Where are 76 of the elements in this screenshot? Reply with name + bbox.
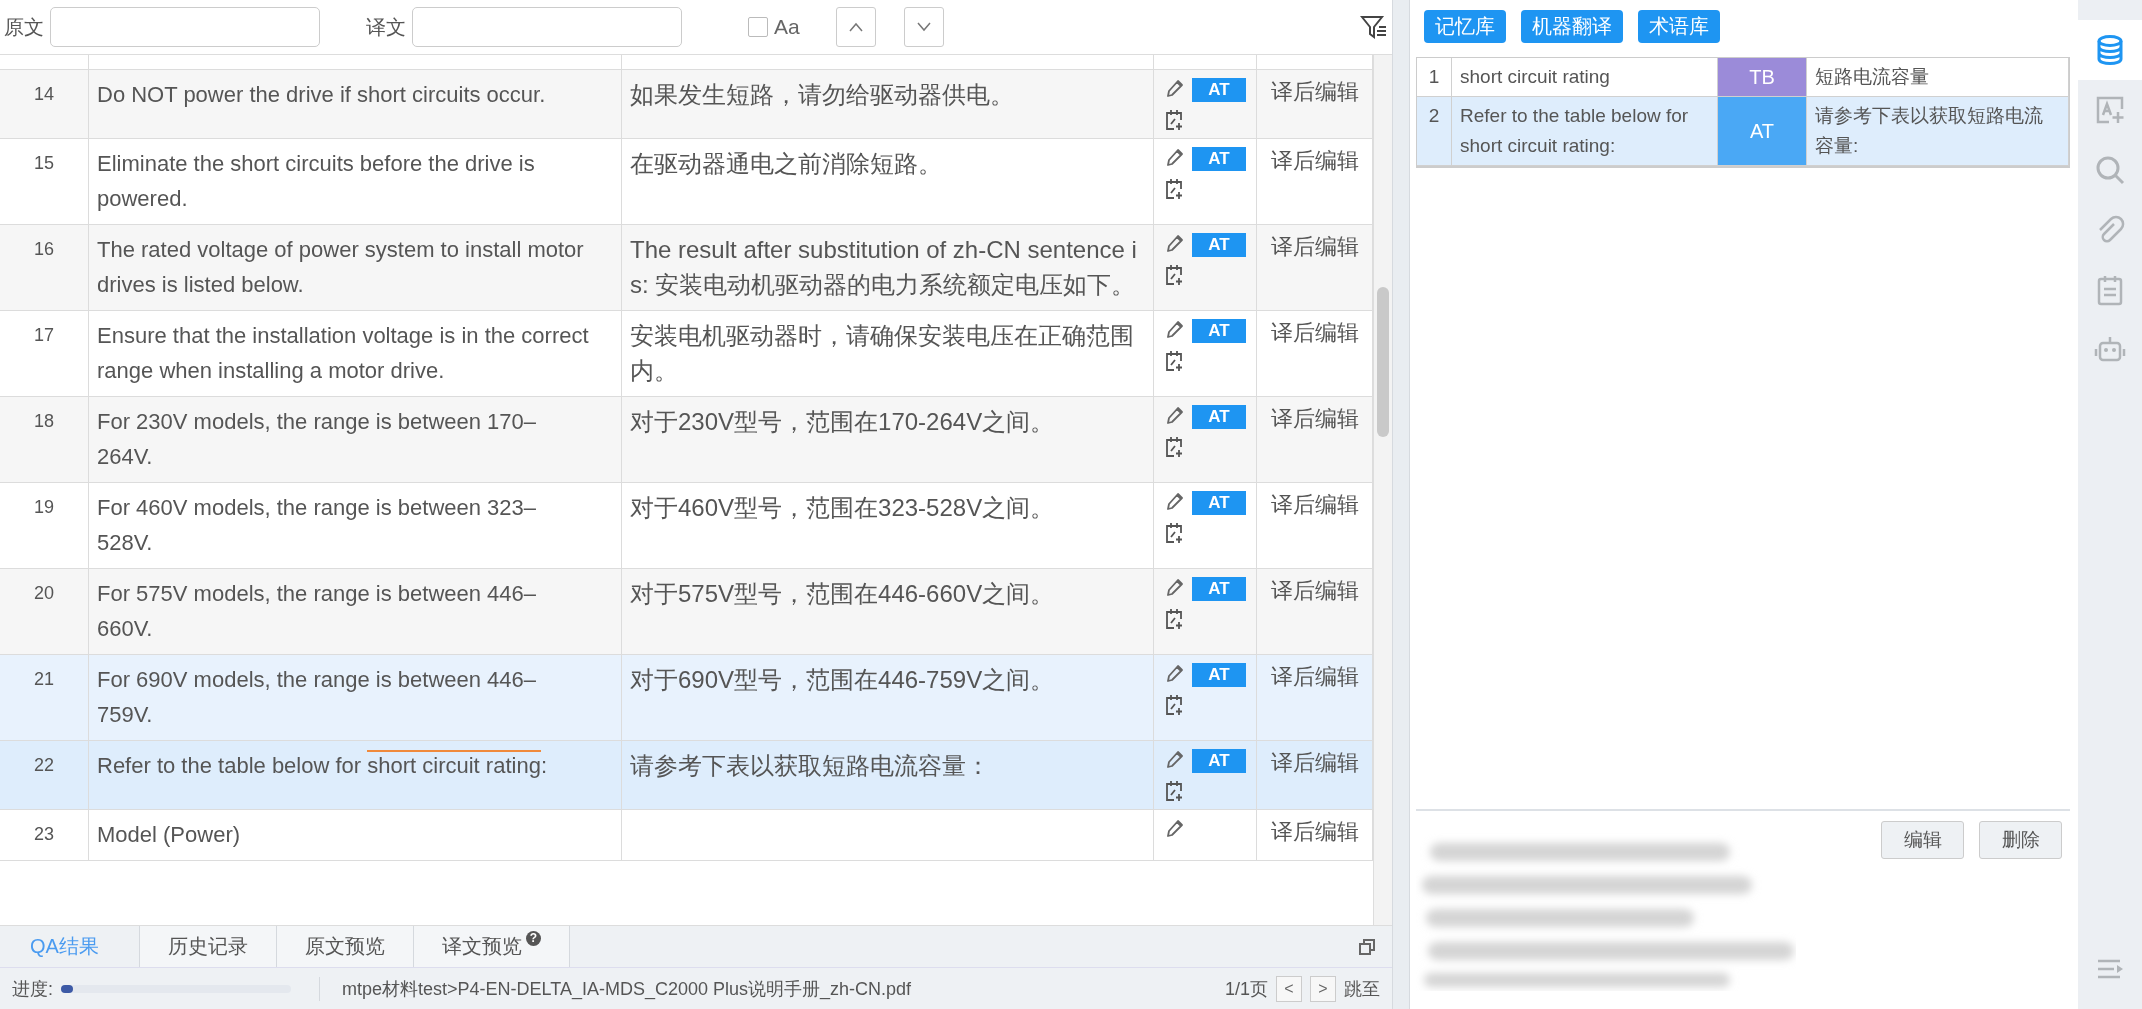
previous-page-button[interactable]: < xyxy=(1276,975,1302,1002)
clipboard-icon[interactable] xyxy=(2097,274,2123,306)
field-label: 译文 xyxy=(366,14,406,40)
match-badge: AT xyxy=(1192,319,1246,343)
pencil-icon[interactable] xyxy=(1164,577,1184,599)
pencil-icon[interactable] xyxy=(1164,491,1184,513)
match-badge: AT xyxy=(1192,749,1246,773)
segment-number: 22 xyxy=(0,741,89,810)
chevron-up-icon xyxy=(847,22,864,32)
match-case-checkbox[interactable] xyxy=(748,17,768,37)
progress-label: 进度: xyxy=(12,977,53,1001)
match-index: 2 xyxy=(1417,97,1452,166)
pencil-icon[interactable] xyxy=(1164,233,1184,255)
target-text[interactable]: 对于690V型号，范围在446-759V之间。 xyxy=(622,655,1154,741)
filter-icon[interactable] xyxy=(1360,14,1388,40)
match-badge: AT xyxy=(1192,78,1246,102)
panel-tab[interactable]: 原文预览 xyxy=(276,926,414,967)
source-text: The rated voltage of power system to install motor drives is listed below. xyxy=(89,225,622,311)
segment-number: 18 xyxy=(0,397,89,483)
segment-number: 20 xyxy=(0,569,89,655)
file-path: mtpe材料test>P4-EN-DELTA_IA-MDS_C2000 Plus说明手册_zh-CN.pdf xyxy=(319,976,912,1001)
segment-number: 16 xyxy=(0,225,89,311)
target-text[interactable]: 对于230V型号，范围在170-264V之间。 xyxy=(622,397,1154,483)
target-text[interactable]: 请参考下表以获取短路电流容量： xyxy=(622,741,1154,810)
segment-status: 译后编辑 xyxy=(1257,225,1373,311)
source-text: Refer to the table below for short circuit rating: xyxy=(89,741,622,810)
pencil-icon[interactable] xyxy=(1164,818,1184,840)
target-text[interactable]: 如果发生短路，请勿给驱动器供电。 xyxy=(622,70,1154,139)
help-badge[interactable]: ? xyxy=(525,931,541,946)
target-search-field[interactable] xyxy=(412,7,682,47)
pencil-icon[interactable] xyxy=(1164,663,1184,685)
match-badge: AT xyxy=(1192,147,1246,171)
match-case-label: Aa xyxy=(774,15,800,39)
source-search-field[interactable] xyxy=(50,7,320,47)
next-page-button[interactable]: > xyxy=(1310,975,1336,1002)
match-source: Refer to the table below for short circuit rating: xyxy=(1452,97,1718,166)
pencil-icon[interactable] xyxy=(1164,78,1184,100)
segment-status: 译后编辑 xyxy=(1257,655,1373,741)
segment-status: 译后编辑 xyxy=(1257,569,1373,655)
target-text[interactable]: The result after substitution of zh-CN sentence is: 安装电动机驱动器的电力系统额定电压如下。 xyxy=(622,225,1154,311)
pencil-icon[interactable] xyxy=(1164,405,1184,427)
jump-to-label: 跳至 xyxy=(1344,977,1380,1001)
match-badge: AT xyxy=(1192,577,1246,601)
pencil-icon[interactable] xyxy=(1164,749,1184,771)
segment-status: 译后编辑 xyxy=(1257,397,1373,483)
segment-number: 14 xyxy=(0,70,89,139)
database-icon[interactable] xyxy=(2097,35,2123,65)
source-text: For 230V models, the range is between 170–264V. xyxy=(89,397,622,483)
source-text: For 690V models, the range is between 446–759V. xyxy=(89,655,622,741)
scrollbar-thumb[interactable] xyxy=(1377,287,1389,437)
source-text: Do NOT power the drive if short circuits occur. xyxy=(89,70,622,139)
segment-status: 译后编辑 xyxy=(1257,741,1373,810)
panel-tab[interactable]: 译文预览 ? xyxy=(413,926,570,967)
source-text: For 575V models, the range is between 446–660V. xyxy=(89,569,622,655)
match-target[interactable]: 请参考下表以获取短路电流容量: xyxy=(1807,97,2069,166)
panel-tab[interactable]: 历史记录 xyxy=(139,926,277,967)
match-action-button[interactable]: 编辑 xyxy=(1881,821,1964,859)
match-badge: AT xyxy=(1718,97,1807,166)
chevron-down-icon xyxy=(915,22,932,32)
match-badge: AT xyxy=(1192,405,1246,429)
field-label: 原文 xyxy=(4,14,44,40)
paperclip-icon[interactable] xyxy=(2099,215,2125,243)
source-text: Model (Power) xyxy=(89,810,622,861)
segment-number: 23 xyxy=(0,810,89,861)
page-count: 1/1页 xyxy=(1224,977,1268,1001)
match-badge: AT xyxy=(1192,663,1246,687)
target-text[interactable]: 对于575V型号，范围在446-660V之间。 xyxy=(622,569,1154,655)
match-badge: AT xyxy=(1192,233,1246,257)
match-badge: AT xyxy=(1192,491,1246,515)
restore-window-icon[interactable] xyxy=(1358,937,1376,956)
pencil-icon[interactable] xyxy=(1164,319,1184,341)
pencil-icon[interactable] xyxy=(1164,147,1184,169)
match-badge: TB xyxy=(1718,58,1807,97)
segment-number: 21 xyxy=(0,655,89,741)
match-action-button[interactable]: 删除 xyxy=(1979,821,2062,859)
segment-status: 译后编辑 xyxy=(1257,70,1373,139)
